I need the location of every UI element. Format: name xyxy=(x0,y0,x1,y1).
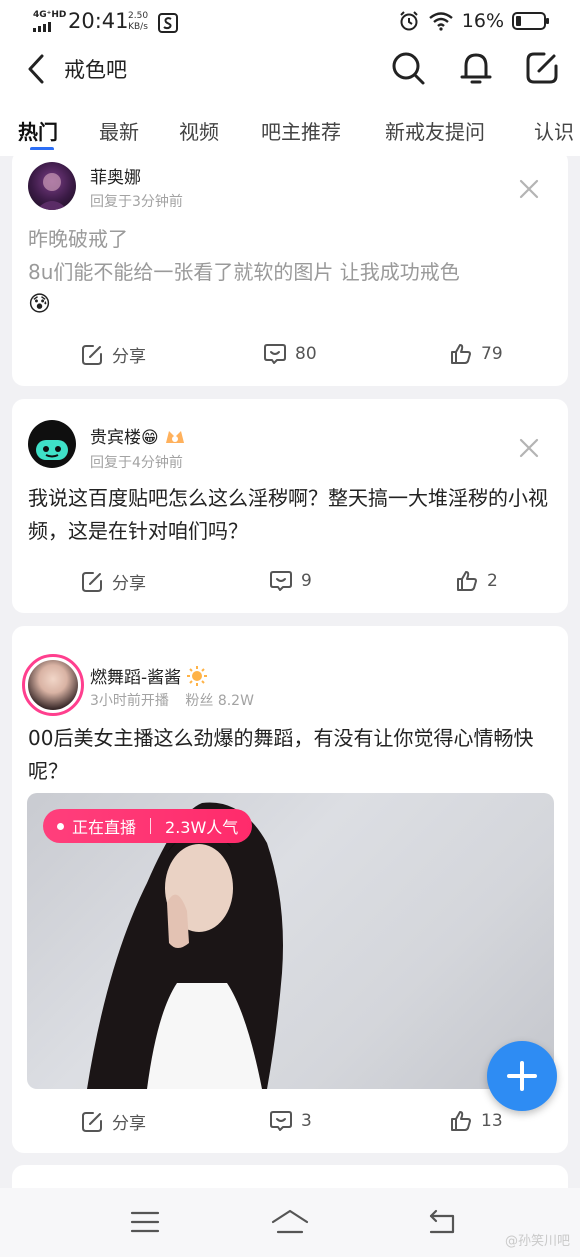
post-body[interactable]: 我说这百度贴吧怎么这么淫秽啊？整天搞一大堆淫秽的小视频，这是在针对咱们吗？ xyxy=(28,482,558,548)
like-button[interactable]: 79 xyxy=(449,342,503,366)
post-card[interactable]: 菲奥娜 回复于3分钟前 昨晚破戒了 8u们能不能给一张看了就软的图片 让我成功戒… xyxy=(12,150,568,386)
stream-start-time: 3小时前开播 xyxy=(90,693,169,709)
comment-icon xyxy=(270,571,292,591)
post-emoji: 😰 xyxy=(28,292,51,317)
share-button[interactable]: 分享 xyxy=(80,342,146,367)
username[interactable]: 贵宾楼😁 xyxy=(90,423,186,448)
post-body: 8u们能不能给一张看了就软的图片 让我成功戒色 xyxy=(28,260,460,284)
home-icon[interactable] xyxy=(270,1208,310,1236)
live-stream-thumbnail[interactable]: 正在直播 2.3W人气 xyxy=(27,793,554,1089)
thumbs-up-icon xyxy=(451,1111,471,1131)
live-dot-icon xyxy=(57,822,64,830)
tab-video[interactable]: 视频 xyxy=(179,116,219,145)
level-badge-icon xyxy=(166,431,185,443)
live-post-card[interactable]: 燃舞蹈-酱酱 3小时前开播 粉丝 8.2W 00后美女主播这么劲爆的舞蹈，有没有… xyxy=(12,626,568,1153)
bell-icon[interactable] xyxy=(456,48,496,88)
search-icon[interactable] xyxy=(388,48,428,88)
avatar[interactable] xyxy=(22,654,84,716)
share-label: 分享 xyxy=(112,347,146,367)
menu-icon[interactable] xyxy=(130,1210,160,1234)
stream-meta: 3小时前开播 粉丝 8.2W xyxy=(90,690,254,710)
thumbs-up-icon xyxy=(457,571,477,591)
comment-button[interactable]: 9 xyxy=(269,569,312,593)
new-post-button[interactable] xyxy=(487,1041,557,1111)
share-button[interactable]: 分享 xyxy=(80,569,146,594)
comment-count: 80 xyxy=(295,344,317,364)
status-bar: 4G⁺HD 20:41 2.50 KB/s 16% xyxy=(0,0,580,44)
close-icon[interactable] xyxy=(518,437,540,459)
share-icon xyxy=(82,1111,102,1132)
comment-button[interactable]: 80 xyxy=(263,342,317,366)
plus-icon xyxy=(507,1061,537,1091)
reply-time: 回复于3分钟前 xyxy=(90,194,183,210)
battery-icon xyxy=(512,12,549,30)
alarm-icon xyxy=(400,11,418,31)
network-indicator: 4G⁺HD xyxy=(33,10,67,20)
app-notification-icon xyxy=(158,13,178,33)
forum-title: 戒色吧 xyxy=(64,58,127,82)
like-count: 2 xyxy=(487,571,498,591)
clock: 20:41 xyxy=(68,9,129,33)
comment-count: 3 xyxy=(301,1111,312,1131)
share-label: 分享 xyxy=(112,574,146,594)
tab-moderator-picks[interactable]: 吧主推荐 xyxy=(261,116,341,145)
share-label: 分享 xyxy=(112,1114,146,1134)
like-button[interactable]: 2 xyxy=(455,569,498,593)
reply-time: 回复于4分钟前 xyxy=(90,455,183,471)
post-body[interactable]: 00后美女主播这么劲爆的舞蹈，有没有让你觉得心情畅快呢？ xyxy=(28,722,558,788)
fan-count: 粉丝 8.2W xyxy=(185,693,254,709)
username[interactable]: 燃舞蹈-酱酱 xyxy=(90,663,207,688)
thumbs-up-icon xyxy=(451,344,471,364)
comment-button[interactable]: 3 xyxy=(269,1109,312,1133)
username-text: 贵宾楼😁 xyxy=(90,428,159,448)
comment-count: 9 xyxy=(301,571,312,591)
back-icon[interactable] xyxy=(425,1208,459,1236)
sun-icon xyxy=(186,666,207,686)
compose-icon[interactable] xyxy=(522,48,562,88)
network-speed-unit: KB/s xyxy=(128,22,148,32)
tab-meet[interactable]: 认识 xyxy=(534,116,574,145)
wifi-icon xyxy=(429,12,453,31)
avatar[interactable] xyxy=(28,420,76,468)
share-icon xyxy=(82,571,102,592)
close-icon[interactable] xyxy=(518,178,540,200)
share-icon xyxy=(82,344,102,365)
like-count: 13 xyxy=(481,1111,503,1131)
watermark: @孙笑川吧 xyxy=(504,1234,570,1249)
tab-hot[interactable]: 热门 xyxy=(18,116,58,145)
status-right: 16% xyxy=(398,10,550,32)
live-badge: 正在直播 2.3W人气 xyxy=(43,809,253,843)
battery-percent: 16% xyxy=(461,10,504,32)
post-card[interactable]: 贵宾楼😁 回复于4分钟前 我说这百度贴吧怎么这么淫秽啊？整天搞一大堆淫秽的小视频… xyxy=(12,399,568,613)
popularity: 2.3W人气 xyxy=(165,818,239,837)
share-button[interactable]: 分享 xyxy=(80,1109,146,1134)
system-navigation-bar: @孙笑川吧 xyxy=(0,1188,580,1257)
top-navbar: 戒色吧 xyxy=(0,44,580,92)
like-button[interactable]: 13 xyxy=(449,1109,503,1133)
signal-icon xyxy=(33,22,51,32)
tab-newcomer-questions[interactable]: 新戒友提问 xyxy=(385,116,485,145)
username[interactable]: 菲奥娜 xyxy=(90,163,141,188)
live-label: 正在直播 xyxy=(72,818,137,837)
tab-bar: 热门 最新 视频 吧主推荐 新戒友提问 认识 xyxy=(0,92,580,156)
avatar[interactable] xyxy=(28,162,76,210)
network-speed-value: 2.50 xyxy=(128,11,149,21)
tab-latest[interactable]: 最新 xyxy=(99,116,139,145)
comment-icon xyxy=(270,1111,292,1131)
back-arrow-icon[interactable] xyxy=(22,52,52,86)
network-speed: 2.50 KB/s xyxy=(128,11,148,33)
like-count: 79 xyxy=(481,344,503,364)
comment-icon xyxy=(264,344,286,364)
post-title: 昨晚破戒了 xyxy=(28,227,128,251)
username-text: 燃舞蹈-酱酱 xyxy=(90,668,182,688)
